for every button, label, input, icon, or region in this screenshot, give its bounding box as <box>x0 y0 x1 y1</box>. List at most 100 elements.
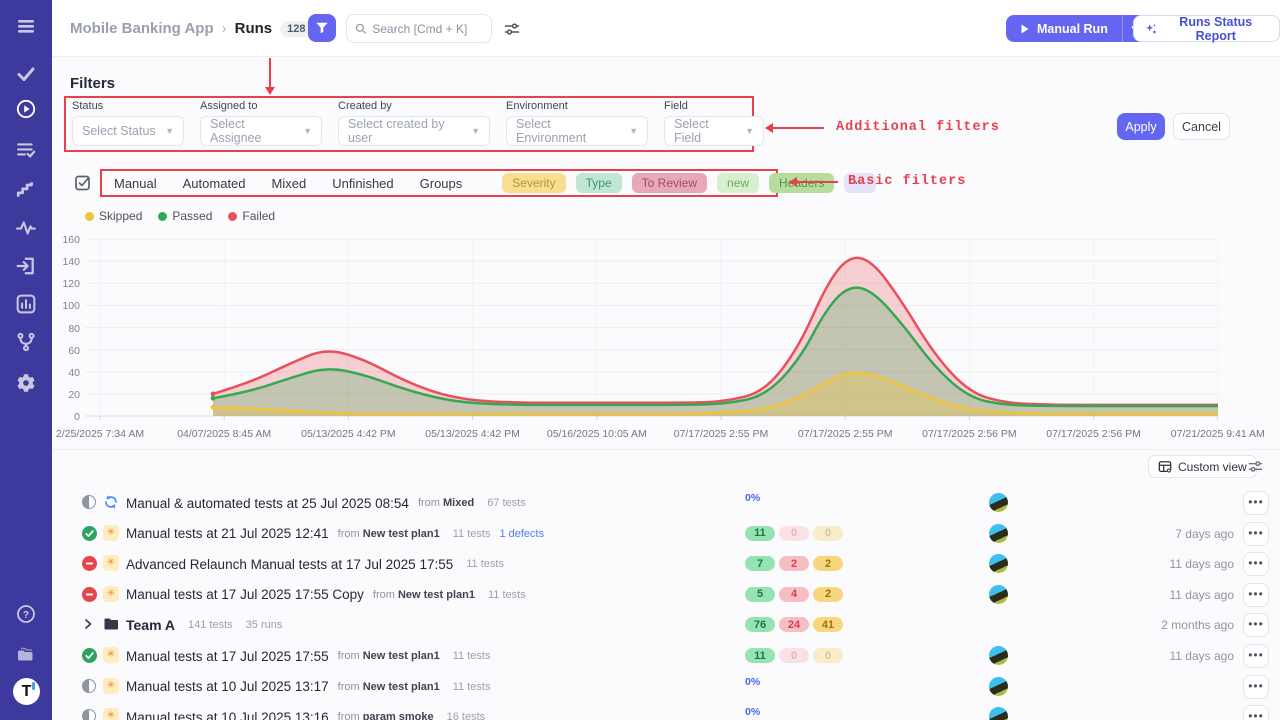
search-settings-icon[interactable] <box>504 21 520 37</box>
run-row[interactable]: ✳︎Manual tests at 10 Jul 2025 13:16from … <box>52 702 1280 720</box>
manual-run-button[interactable]: Manual Run <box>1006 15 1122 42</box>
run-title[interactable]: Manual tests at 17 Jul 2025 17:55 <box>126 649 329 664</box>
chevron-down-icon: ▼ <box>165 126 174 136</box>
row-menu-button[interactable]: ••• <box>1243 705 1269 720</box>
manual-run-label: Manual Run <box>1037 22 1108 36</box>
sparkles-icon <box>1145 22 1158 36</box>
passed-count-badge: 5 <box>745 587 775 602</box>
run-row[interactable]: Manual & automated tests at 25 Jul 2025 … <box>52 488 1280 518</box>
basic-filter-tab-groups[interactable]: Groups <box>420 176 463 191</box>
basic-filter-tag-type[interactable]: Type <box>576 173 622 193</box>
folder-icon <box>103 616 119 632</box>
passed-count-badge: 11 <box>745 526 775 541</box>
row-menu-button[interactable]: ••• <box>1243 491 1269 515</box>
filter-select[interactable]: Select Environment ▼ <box>506 116 648 146</box>
breadcrumb-project[interactable]: Mobile Banking App <box>70 20 214 37</box>
from-label: from New test plan1 <box>338 681 440 693</box>
runs-status-report-button[interactable]: Runs Status Report <box>1133 15 1280 42</box>
row-menu-button[interactable]: ••• <box>1243 613 1269 637</box>
run-title[interactable]: Manual tests at 21 Jul 2025 12:41 <box>126 526 329 541</box>
legend-item-passed[interactable]: Passed <box>158 209 212 223</box>
basic-filter-tag-headers[interactable]: Headers <box>769 173 834 193</box>
activity-pulse-icon[interactable] <box>14 216 38 240</box>
custom-view-button[interactable]: Custom view <box>1148 455 1257 478</box>
run-title[interactable]: Manual tests at 10 Jul 2025 13:16 <box>126 710 329 720</box>
legend-label: Passed <box>172 209 212 223</box>
settings-gear-icon[interactable] <box>14 371 38 395</box>
failed-count-badge: 0 <box>779 526 809 541</box>
bulk-edit-icon[interactable] <box>74 174 92 192</box>
run-title[interactable]: Advanced Relaunch Manual tests at 17 Jul… <box>126 557 453 572</box>
runs-play-icon[interactable] <box>14 97 38 121</box>
filter-placeholder: Select Status <box>82 124 156 138</box>
legend-item-skipped[interactable]: Skipped <box>85 209 142 223</box>
run-row[interactable]: ✳︎Manual tests at 17 Jul 2025 17:55from … <box>52 641 1280 671</box>
run-source: New test plan1 <box>363 528 440 540</box>
search-input[interactable] <box>372 22 483 36</box>
manual-spark-icon: ✳︎ <box>103 678 119 694</box>
search-box[interactable] <box>346 14 492 43</box>
filter-select[interactable]: Select Assignee ▼ <box>200 116 322 146</box>
analytics-icon[interactable] <box>14 292 38 316</box>
branch-icon[interactable] <box>14 330 38 354</box>
defects-link[interactable]: 1 defects <box>499 528 544 540</box>
skipped-count-badge: 2 <box>813 556 843 571</box>
x-axis-tick: 07/17/2025 2:56 PM <box>1046 428 1141 440</box>
basic-filter-tag-new[interactable]: new <box>717 173 759 193</box>
chart-legend: Skipped Passed Failed <box>85 209 275 223</box>
filter-select[interactable]: Select Field ▼ <box>664 116 764 146</box>
tests-check-icon[interactable] <box>14 62 38 86</box>
run-row[interactable]: ✳︎Advanced Relaunch Manual tests at 17 J… <box>52 549 1280 579</box>
run-row[interactable]: ✳︎Manual tests at 21 Jul 2025 12:41from … <box>52 519 1280 549</box>
x-axis-tick: 05/16/2025 10:05 AM <box>547 428 647 440</box>
apply-button[interactable]: Apply <box>1117 113 1165 140</box>
view-settings-icon[interactable] <box>1248 459 1263 474</box>
basic-filter-tab-mixed[interactable]: Mixed <box>272 176 307 191</box>
basic-filter-tag-severity[interactable]: Severity <box>502 173 565 193</box>
run-title[interactable]: Manual tests at 17 Jul 2025 17:55 Copy <box>126 587 364 602</box>
run-row[interactable]: ✳︎Manual tests at 17 Jul 2025 17:55 Copy… <box>52 580 1280 610</box>
folder-row[interactable]: Team A 141 tests 35 runs7624412 months a… <box>52 610 1280 640</box>
legend-item-failed[interactable]: Failed <box>228 209 275 223</box>
test-plans-icon[interactable] <box>14 138 38 162</box>
import-icon[interactable] <box>14 254 38 278</box>
skipped-count-badge: 2 <box>813 587 843 602</box>
tests-count: 67 tests <box>487 497 526 509</box>
status-failed-icon <box>82 556 97 571</box>
filter-fields: Status Select Status ▼Assigned to Select… <box>72 100 764 146</box>
app-logo[interactable]: T <box>13 678 40 705</box>
basic-filter-tab-unfinished[interactable]: Unfinished <box>332 176 393 191</box>
svg-text:?: ? <box>23 610 29 621</box>
filter-select[interactable]: Select created by user ▼ <box>338 116 490 146</box>
row-menu-button[interactable]: ••• <box>1243 644 1269 668</box>
runs-page: ? T Mobile Banking App › Runs 128 Manual… <box>0 0 1280 720</box>
x-axis-tick: 07/17/2025 2:55 PM <box>798 428 893 440</box>
hamburger-menu-icon[interactable] <box>14 14 38 38</box>
steps-icon[interactable] <box>14 178 38 202</box>
run-title[interactable]: Manual tests at 10 Jul 2025 13:17 <box>126 679 329 694</box>
chevron-right-icon[interactable] <box>82 618 94 630</box>
skipped-count-badge: 0 <box>813 648 843 663</box>
row-menu-button[interactable]: ••• <box>1243 583 1269 607</box>
run-source: param smoke <box>363 711 434 720</box>
group-title[interactable]: Team A <box>126 617 175 633</box>
basic-filter-tab-automated[interactable]: Automated <box>183 176 246 191</box>
status-passed-icon <box>82 648 97 663</box>
row-menu-button[interactable]: ••• <box>1243 552 1269 576</box>
run-row[interactable]: ✳︎ Manual tests at 10 Jul 2025 13:17 from … <box>52 672 1280 702</box>
basic-filter-tab-manual[interactable]: Manual <box>114 176 157 191</box>
passed-count-badge: 76 <box>745 617 775 632</box>
row-menu-button[interactable]: ••• <box>1243 675 1269 699</box>
filter-select[interactable]: Select Status ▼ <box>72 116 184 146</box>
help-icon[interactable]: ? <box>14 602 38 626</box>
projects-folder-icon[interactable] <box>14 642 38 666</box>
section-divider <box>52 449 1280 450</box>
cancel-button[interactable]: Cancel <box>1173 113 1230 140</box>
filter-funnel-button[interactable] <box>308 14 336 42</box>
filter-label: Created by <box>338 100 490 112</box>
basic-filter-tag-to-review[interactable]: To Review <box>632 173 707 193</box>
from-label: from param smoke <box>338 711 434 720</box>
run-title[interactable]: Manual & automated tests at 25 Jul 2025 … <box>126 496 409 511</box>
runs-count: 35 runs <box>246 619 283 631</box>
row-menu-button[interactable]: ••• <box>1243 522 1269 546</box>
